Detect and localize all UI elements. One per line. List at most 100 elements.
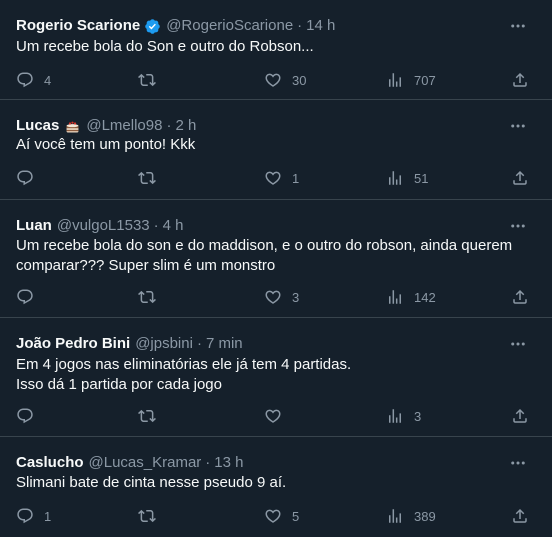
- views-button[interactable]: 51: [386, 169, 428, 187]
- tweet-text: Em 4 jogos nas eliminatórias ele já tem …: [16, 355, 532, 395]
- tweet[interactable]: Luan @vulgoL1533 · 4 h Um recebe bola do son…: [0, 200, 552, 318]
- tweet[interactable]: Lucas @Lmello98 · 2 h Aí você tem um ponto! …: [0, 100, 552, 200]
- tweet-text-line: Aí você tem um ponto! Kkk: [16, 136, 196, 153]
- share-button[interactable]: [511, 71, 529, 89]
- retweet-button[interactable]: [138, 71, 166, 89]
- author-handle[interactable]: @vulgoL1533: [57, 217, 150, 235]
- timestamp[interactable]: 7 min: [206, 335, 243, 353]
- more-options-icon[interactable]: [508, 116, 528, 136]
- tweet-text: Um recebe bola do Son e outro do Robson.…: [16, 37, 532, 57]
- retweet-button[interactable]: [138, 288, 166, 306]
- more-options-icon[interactable]: [508, 16, 528, 36]
- retweet-icon: [138, 71, 156, 89]
- author-name[interactable]: João Pedro Bini: [16, 335, 130, 353]
- reply-icon: [16, 169, 34, 187]
- views-button[interactable]: 3: [386, 407, 421, 425]
- retweet-icon: [138, 288, 156, 306]
- author-handle[interactable]: @RogerioScarione: [166, 17, 293, 35]
- retweet-button[interactable]: [138, 407, 166, 425]
- views-count: 51: [414, 170, 429, 186]
- tweet-text-line: Em 4 jogos nas eliminatórias ele já tem …: [16, 356, 352, 373]
- cake-icon: [64, 118, 81, 135]
- views-count: 142: [414, 289, 436, 305]
- tweet-text: Um recebe bola do son e do maddison, e o…: [16, 236, 532, 276]
- share-button[interactable]: [511, 407, 529, 425]
- retweet-button[interactable]: [138, 169, 166, 187]
- reply-icon: [16, 507, 34, 525]
- reply-button[interactable]: [16, 288, 44, 306]
- share-icon: [511, 169, 529, 187]
- reply-button[interactable]: [16, 169, 44, 187]
- like-button[interactable]: 5: [264, 507, 299, 525]
- like-count: 1: [292, 170, 300, 186]
- share-button[interactable]: [511, 288, 529, 306]
- tweet-text-line: Isso dá 1 partida por cada jogo: [16, 376, 222, 393]
- share-icon: [511, 407, 529, 425]
- views-icon: [386, 288, 404, 306]
- like-button[interactable]: [264, 407, 292, 425]
- like-button[interactable]: 1: [264, 169, 299, 187]
- timestamp[interactable]: 4 h: [163, 217, 184, 235]
- share-icon: [511, 507, 529, 525]
- reply-button[interactable]: 1: [16, 507, 51, 525]
- author-name[interactable]: Rogerio Scarione: [16, 17, 140, 35]
- author-name[interactable]: Luan: [16, 217, 52, 235]
- retweet-icon: [138, 507, 156, 525]
- views-icon: [386, 407, 404, 425]
- tweet[interactable]: João Pedro Bini @jpsbini · 7 min Em 4 jogos …: [0, 318, 552, 437]
- author-handle[interactable]: @Lucas_Kramar: [89, 454, 202, 472]
- separator-dot: ·: [205, 454, 211, 471]
- tweet-header: Caslucho @Lucas_Kramar · 13 h: [16, 454, 244, 472]
- views-button[interactable]: 389: [386, 507, 436, 525]
- views-count: 3: [414, 408, 422, 424]
- timestamp[interactable]: 13 h: [214, 454, 243, 472]
- tweet-header: Luan @vulgoL1533 · 4 h: [16, 217, 184, 235]
- author-handle[interactable]: @Lmello98: [86, 117, 162, 135]
- verified-badge-icon: [144, 18, 161, 35]
- tweet-feed: Rogerio Scarione @RogerioScarione · 14 h Um …: [0, 0, 552, 537]
- views-button[interactable]: 707: [386, 71, 436, 89]
- reply-count: 4: [44, 72, 52, 88]
- more-options-icon[interactable]: [508, 216, 528, 236]
- like-icon: [264, 507, 282, 525]
- tweet-actions: 3 142: [0, 288, 552, 308]
- tweet-actions: 3: [0, 407, 552, 427]
- like-icon: [264, 71, 282, 89]
- more-options-icon[interactable]: [508, 334, 528, 354]
- like-count: 3: [292, 289, 300, 305]
- retweet-button[interactable]: [138, 507, 166, 525]
- reply-icon: [16, 288, 34, 306]
- author-handle[interactable]: @jpsbini: [135, 335, 193, 353]
- views-count: 389: [414, 508, 436, 524]
- author-name[interactable]: Lucas: [16, 117, 59, 135]
- like-button[interactable]: 3: [264, 288, 299, 306]
- tweet-text: Slimani bate de cinta nesse pseudo 9 aí.: [16, 473, 532, 493]
- tweet-text-line: Um recebe bola do son e do maddison, e o…: [16, 237, 513, 274]
- tweet[interactable]: Rogerio Scarione @RogerioScarione · 14 h Um …: [0, 0, 552, 100]
- share-button[interactable]: [511, 169, 529, 187]
- share-button[interactable]: [511, 507, 529, 525]
- tweet-header: Rogerio Scarione @RogerioScarione · 14 h: [16, 17, 335, 35]
- timestamp[interactable]: 14 h: [306, 17, 335, 35]
- share-icon: [511, 71, 529, 89]
- like-count: 5: [292, 508, 300, 524]
- separator-dot: ·: [297, 17, 303, 34]
- tweet-actions: 4 30 707: [0, 71, 552, 91]
- reply-button[interactable]: 4: [16, 71, 51, 89]
- tweet[interactable]: Caslucho @Lucas_Kramar · 13 h Slimani bate d…: [0, 437, 552, 537]
- reply-button[interactable]: [16, 407, 44, 425]
- views-icon: [386, 507, 404, 525]
- timestamp[interactable]: 2 h: [175, 117, 196, 135]
- views-count: 707: [414, 72, 436, 88]
- like-count: 30: [292, 72, 307, 88]
- views-icon: [386, 71, 404, 89]
- like-icon: [264, 407, 282, 425]
- tweet-text: Aí você tem um ponto! Kkk: [16, 135, 532, 155]
- like-button[interactable]: 30: [264, 71, 306, 89]
- more-options-icon[interactable]: [508, 453, 528, 473]
- retweet-icon: [138, 407, 156, 425]
- views-button[interactable]: 142: [386, 288, 436, 306]
- retweet-icon: [138, 169, 156, 187]
- author-name[interactable]: Caslucho: [16, 454, 84, 472]
- tweet-text-line: Um recebe bola do Son e outro do Robson.…: [16, 38, 314, 55]
